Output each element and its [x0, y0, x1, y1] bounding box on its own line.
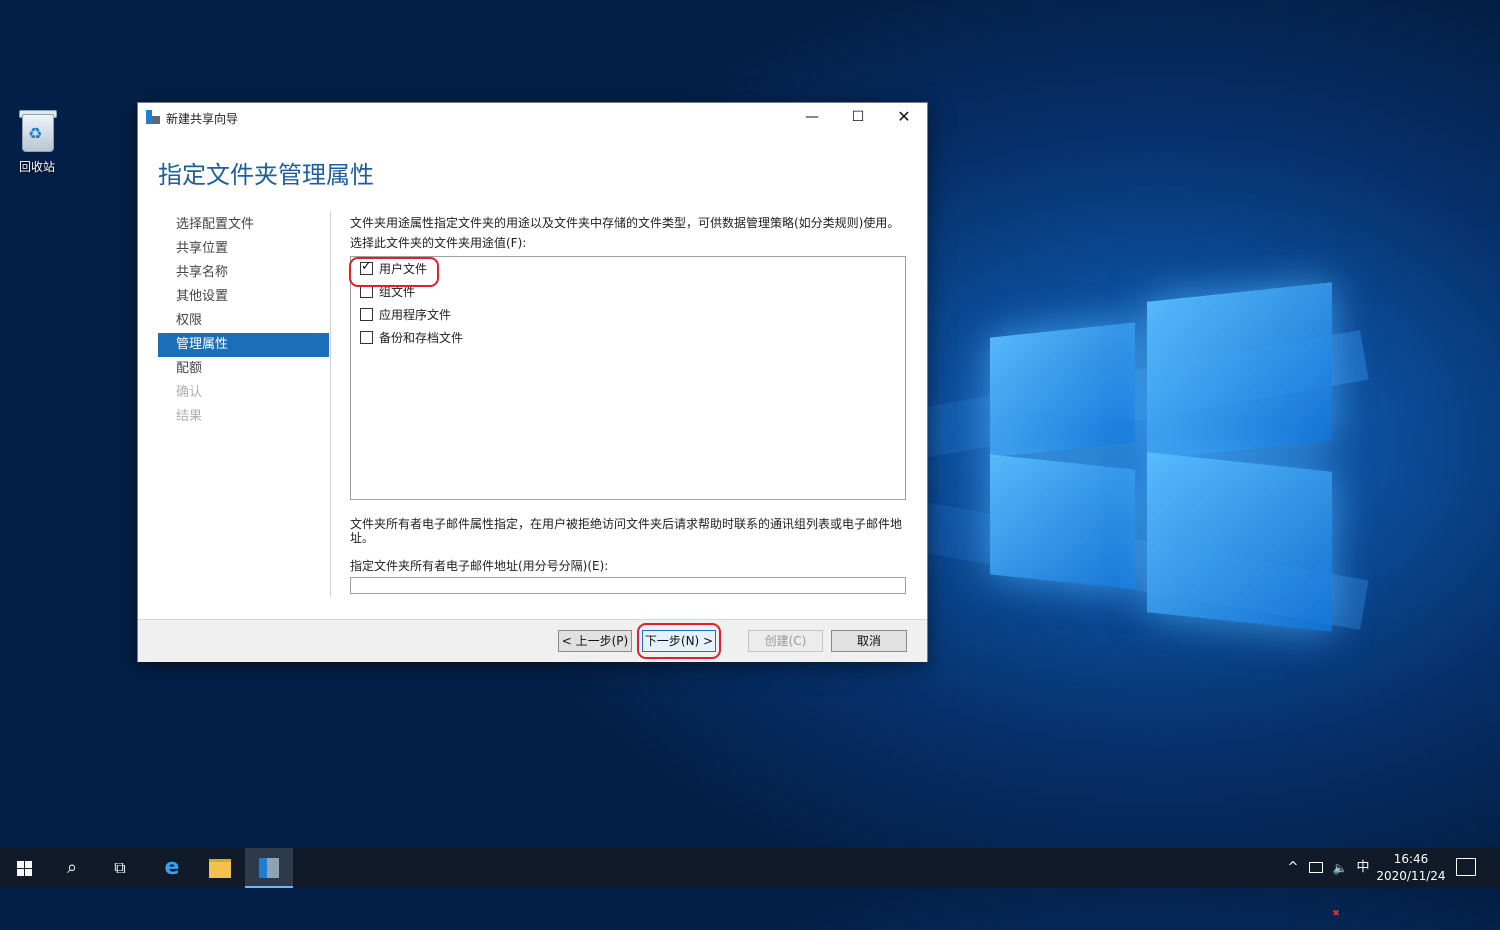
usage-option-label[interactable]: 应用程序文件: [379, 306, 451, 323]
tray-overflow-chevron[interactable]: ^: [1284, 848, 1302, 888]
nav-step-results: 结果: [176, 409, 203, 424]
search-button[interactable]: ⌕: [48, 848, 96, 888]
nav-divider: [330, 211, 331, 597]
clock-date: 2020/11/24: [1376, 869, 1446, 883]
window-title: 新建共享向导: [166, 112, 239, 126]
usage-option-app-files[interactable]: 应用程序文件: [351, 303, 905, 326]
recycle-bin-icon: ♻: [18, 108, 57, 152]
usage-option-label[interactable]: 备份和存档文件: [379, 329, 463, 346]
nav-step-quota[interactable]: 配额: [158, 357, 329, 381]
windows-wallpaper-logo: [621, 280, 1369, 640]
taskbar-clock[interactable]: 16:46 2020/11/24: [1372, 851, 1450, 885]
nav-step-select-profile[interactable]: 选择配置文件: [158, 213, 329, 237]
checkbox[interactable]: [360, 308, 373, 321]
cancel-button[interactable]: 取消: [831, 630, 907, 652]
usage-checkbox-list[interactable]: 用户文件 组文件 应用程序文件 备份和存档文件: [349, 256, 906, 500]
content-pane: 文件夹用途属性指定文件夹的用途以及文件夹中存储的文件类型，可供数据管理策略(如分…: [349, 215, 910, 594]
previous-button[interactable]: < 上一步(P): [558, 630, 632, 652]
server-manager-app-icon: [146, 110, 160, 124]
nav-step-share-name[interactable]: 共享名称: [158, 261, 329, 285]
windows-logo-icon: [17, 861, 24, 868]
action-center-icon[interactable]: [1456, 858, 1476, 876]
usage-label: 选择此文件夹的文件夹用途值(F):: [350, 236, 527, 250]
ime-indicator[interactable]: 中: [1354, 848, 1372, 888]
title-bar[interactable]: 新建共享向导 — ☐ ✕: [138, 103, 927, 131]
wallpaper-pane: [1147, 282, 1332, 460]
wizard-step-nav: 选择配置文件 共享位置 共享名称 其他设置 权限 管理属性 配额 确认 结果: [158, 213, 329, 429]
nav-step-other-settings[interactable]: 其他设置: [158, 285, 329, 309]
desktop-icon-label: 回收站: [18, 160, 55, 174]
task-view-button[interactable]: ⧉: [96, 848, 144, 888]
usage-option-backup-files[interactable]: 备份和存档文件: [351, 326, 905, 349]
taskbar-server-manager[interactable]: [245, 848, 293, 888]
owner-email-description: 文件夹所有者电子邮件属性指定，在用户被拒绝访问文件夹后请求帮助时联系的通讯组列表…: [350, 517, 903, 545]
network-icon[interactable]: [1306, 848, 1326, 888]
taskbar-file-explorer[interactable]: [196, 848, 244, 888]
volume-muted-icon[interactable]: 🔈✖: [1330, 848, 1350, 919]
highlight-annotation: [637, 623, 721, 659]
checkbox[interactable]: [360, 331, 373, 344]
clock-time: 16:46: [1393, 852, 1429, 866]
wallpaper-pane: [1147, 452, 1332, 632]
close-button[interactable]: ✕: [881, 103, 927, 131]
wallpaper-pane: [990, 454, 1135, 590]
search-icon: ⌕: [66, 857, 78, 878]
taskbar: ⌕ ⧉ e ^ 🔈✖ 中 16:46 2020/11/24: [0, 848, 1500, 919]
create-button: 创建(C): [748, 630, 823, 652]
task-view-icon: ⧉: [114, 858, 126, 877]
start-button[interactable]: [0, 848, 48, 888]
nav-step-confirm: 确认: [176, 385, 203, 400]
page-title: 指定文件夹管理属性: [158, 161, 374, 189]
internet-explorer-icon: e: [164, 855, 180, 880]
new-share-wizard-window: 新建共享向导 — ☐ ✕ 指定文件夹管理属性 选择配置文件 共享位置 共享名称 …: [137, 102, 928, 662]
server-manager-icon: [259, 858, 279, 878]
maximize-button[interactable]: ☐: [835, 103, 881, 131]
desktop-icon-recycle-bin[interactable]: ♻ 回收站: [8, 108, 66, 175]
highlight-annotation: [349, 257, 439, 287]
owner-email-label: 指定文件夹所有者电子邮件地址(用分号分隔)(E):: [350, 559, 609, 573]
folder-icon: [209, 858, 231, 878]
owner-email-input[interactable]: [350, 577, 906, 594]
taskbar-internet-explorer[interactable]: e: [148, 848, 196, 888]
usage-description: 文件夹用途属性指定文件夹的用途以及文件夹中存储的文件类型，可供数据管理策略(如分…: [350, 216, 900, 230]
minimize-button[interactable]: —: [789, 103, 835, 131]
wizard-footer: < 上一步(P) 下一步(N) > 创建(C) 取消: [138, 619, 927, 662]
nav-step-share-location[interactable]: 共享位置: [158, 237, 329, 261]
nav-step-permissions[interactable]: 权限: [158, 309, 329, 333]
nav-step-management-properties[interactable]: 管理属性: [158, 333, 329, 357]
wallpaper-pane: [990, 322, 1135, 458]
